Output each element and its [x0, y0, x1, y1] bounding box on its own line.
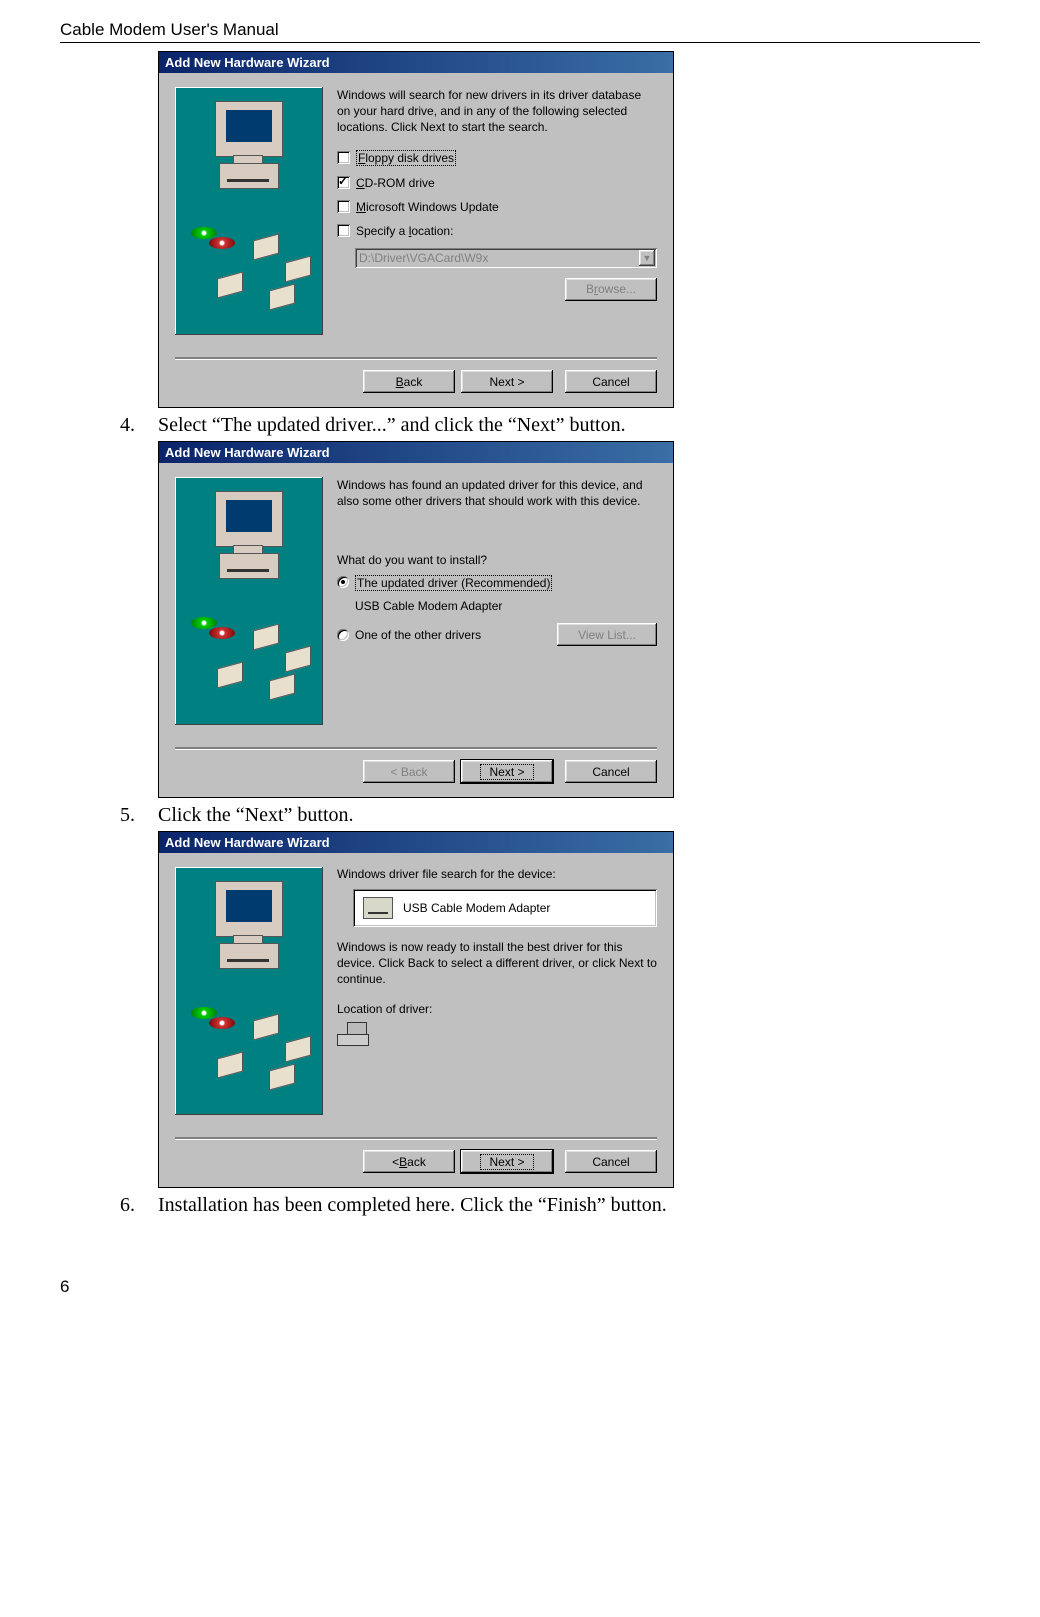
wizard-found-driver: Add New Hardware Wizard Windows has foun… [158, 441, 674, 798]
step-4: 4. Select “The updated driver...” and cl… [120, 414, 980, 437]
doc-header: Cable Modem User's Manual [60, 20, 980, 40]
label-windows-update[interactable]: Microsoft Windows Update [356, 200, 499, 214]
step-5: 5. Click the “Next” button. [120, 804, 980, 827]
wizard-search-locations: Add New Hardware Wizard Windows will sea… [158, 51, 674, 408]
location-path-input: D:\Driver\VGACard\W9x ▼ [355, 248, 657, 268]
header-rule [60, 42, 980, 43]
location-label: Location of driver: [337, 1002, 657, 1016]
cancel-button[interactable]: Cancel [565, 760, 657, 783]
next-button[interactable]: Next > [461, 1150, 553, 1173]
browse-button: Browse... [565, 278, 657, 301]
cancel-button[interactable]: Cancel [565, 1150, 657, 1173]
drive-icon [363, 897, 393, 919]
next-button[interactable]: Next > [461, 760, 553, 783]
search-result-label: Windows driver file search for the devic… [337, 867, 657, 881]
wizard-titlebar: Add New Hardware Wizard [159, 52, 673, 73]
label-updated-driver[interactable]: The updated driver (Recommended) [355, 575, 552, 591]
page-number: 6 [60, 1277, 980, 1297]
view-list-button: View List... [557, 623, 657, 646]
cancel-button[interactable]: Cancel [565, 370, 657, 393]
radio-updated-driver[interactable] [337, 576, 349, 588]
checkbox-windows-update[interactable] [337, 200, 350, 213]
device-name: USB Cable Modem Adapter [355, 599, 657, 613]
question-label: What do you want to install? [337, 553, 657, 567]
wizard-titlebar: Add New Hardware Wizard [159, 832, 673, 853]
wizard-graphic [175, 867, 323, 1115]
dropdown-arrow-icon: ▼ [639, 250, 655, 266]
back-button: < Back [363, 760, 455, 783]
checkbox-cdrom[interactable] [337, 176, 350, 189]
label-floppy[interactable]: Floppy disk drives [356, 150, 456, 166]
device-found-box: USB Cable Modem Adapter [353, 889, 657, 927]
label-other-drivers[interactable]: One of the other drivers [355, 628, 481, 642]
label-specify-location[interactable]: Specify a location: [356, 224, 453, 238]
step-6: 6. Installation has been completed here.… [120, 1194, 980, 1217]
wizard-description: Windows will search for new drivers in i… [337, 87, 657, 136]
wizard-titlebar: Add New Hardware Wizard [159, 442, 673, 463]
wizard-description: Windows has found an updated driver for … [337, 477, 657, 509]
wizard-graphic [175, 87, 323, 335]
next-button[interactable]: Next > [461, 370, 553, 393]
radio-other-drivers[interactable] [337, 629, 349, 641]
label-cdrom[interactable]: CD-ROM drive [356, 176, 435, 190]
wizard-graphic [175, 477, 323, 725]
back-button[interactable]: < Back [363, 1150, 455, 1173]
device-name: USB Cable Modem Adapter [403, 901, 550, 915]
checkbox-floppy[interactable] [337, 151, 350, 164]
checkbox-specify-location[interactable] [337, 224, 350, 237]
ready-description: Windows is now ready to install the best… [337, 939, 657, 988]
wizard-ready-install: Add New Hardware Wizard Windows driver f… [158, 831, 674, 1188]
computer-icon [337, 1022, 367, 1044]
back-button[interactable]: Back [363, 370, 455, 393]
